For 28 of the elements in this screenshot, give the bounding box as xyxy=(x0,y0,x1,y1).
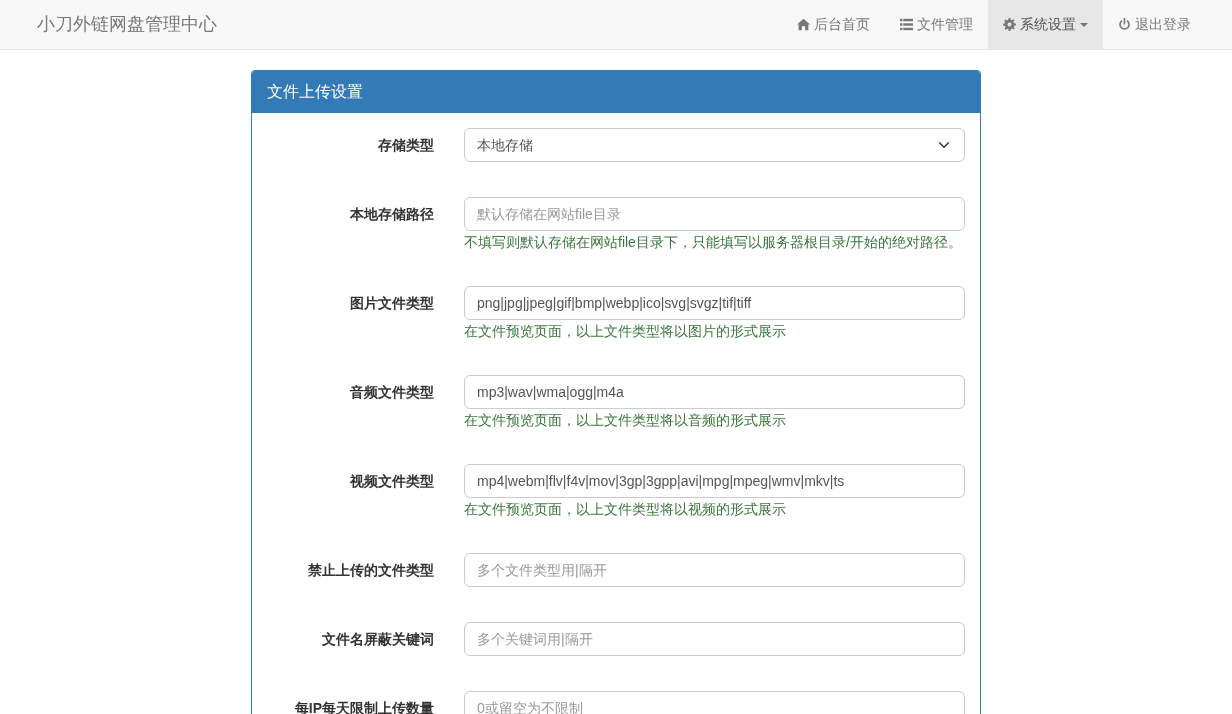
power-icon xyxy=(1118,18,1131,31)
nav-link[interactable]: 退出登录 xyxy=(1103,0,1206,50)
input-field[interactable]: png|jpg|jpeg|gif|bmp|webp|ico|svg|svgz|tif|tiff xyxy=(464,286,965,320)
input-field[interactable]: 默认存储在网站file目录 xyxy=(464,197,965,231)
nav-link[interactable]: 系统设置 xyxy=(988,0,1103,50)
input-field[interactable]: mp3|wav|wma|ogg|m4a xyxy=(464,375,965,409)
help-text: 在文件预览页面，以上文件类型将以音频的形式展示 xyxy=(464,411,787,429)
field-label: 音频文件类型 xyxy=(349,383,434,402)
field-label: 图片文件类型 xyxy=(349,294,434,313)
help-text: 在文件预览页面，以上文件类型将以图片的形式展示 xyxy=(464,322,787,340)
settings-icon xyxy=(1003,18,1016,31)
field-label: 存储类型 xyxy=(377,136,434,155)
nav-link[interactable]: 文件管理 xyxy=(885,0,988,50)
help-text: 在文件预览页面，以上文件类型将以视频的形式展示 xyxy=(464,500,787,518)
field-label: 禁止上传的文件类型 xyxy=(307,561,434,580)
field-label: 本地存储路径 xyxy=(349,205,434,224)
select-field[interactable]: 本地存储 xyxy=(464,128,965,162)
field-label: 视频文件类型 xyxy=(349,472,434,491)
panel-title: 文件上传设置 xyxy=(252,71,980,113)
home-icon xyxy=(797,18,810,31)
list-icon xyxy=(900,18,913,31)
input-field[interactable]: 多个关键词用|隔开 xyxy=(464,622,965,656)
field-label: 文件名屏蔽关键词 xyxy=(321,630,434,649)
brand-title[interactable]: 小刀外链网盘管理中心 xyxy=(37,11,217,38)
input-field[interactable]: mp4|webm|flv|f4v|mov|3gp|3gpp|avi|mpg|mpeg|wmv|mkv|ts xyxy=(464,464,965,498)
nav-link[interactable]: 后台首页 xyxy=(782,0,885,50)
help-text: 不填写则默认存储在网站file目录下，只能填写以服务器根目录/开始的绝对路径。 xyxy=(464,233,963,251)
input-field[interactable]: 多个文件类型用|隔开 xyxy=(464,553,965,587)
